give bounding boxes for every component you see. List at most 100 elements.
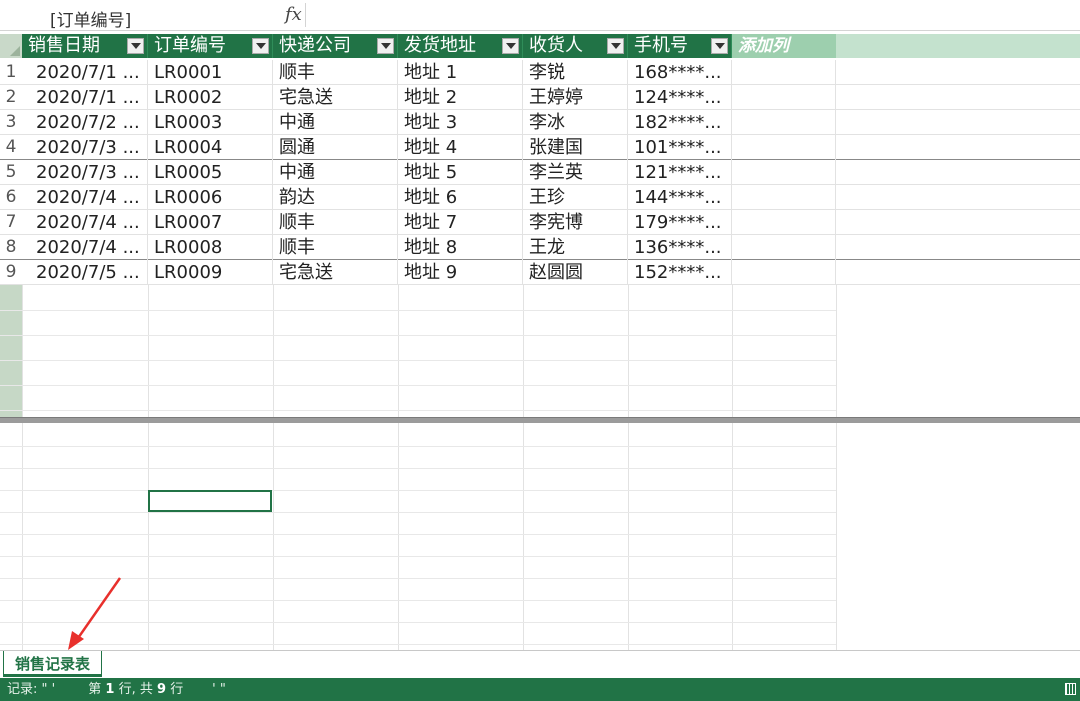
header-phone[interactable]: 手机号 [628, 34, 732, 58]
header-order-no[interactable]: 订单编号 [148, 34, 273, 58]
fx-icon[interactable]: fx [285, 4, 302, 25]
cell-ship-address[interactable]: 地址 8 [398, 235, 523, 260]
cell-sales-date[interactable]: 2020/7/3 ... [22, 160, 148, 185]
cell-order-no[interactable]: LR0001 [148, 60, 273, 85]
table-row[interactable]: 6 2020/7/4 ... LR0006 韵达 地址 6 王珍 144****… [0, 185, 1080, 210]
cell-recipient[interactable]: 王珍 [523, 185, 628, 210]
cell-courier[interactable]: 中通 [273, 160, 398, 185]
cell-courier[interactable]: 顺丰 [273, 210, 398, 235]
cell-sales-date[interactable]: 2020/7/2 ... [22, 110, 148, 135]
cell-ship-address[interactable]: 地址 5 [398, 160, 523, 185]
cell-phone[interactable]: 101****... [628, 135, 732, 160]
cell-order-no[interactable]: LR0005 [148, 160, 273, 185]
cell-recipient[interactable]: 王龙 [523, 235, 628, 260]
filter-dropdown-icon[interactable] [127, 38, 144, 54]
header-recipient[interactable]: 收货人 [523, 34, 628, 58]
cell-order-no[interactable]: LR0003 [148, 110, 273, 135]
cell-phone[interactable]: 179****... [628, 210, 732, 235]
filter-dropdown-icon[interactable] [502, 38, 519, 54]
table-row[interactable]: 7 2020/7/4 ... LR0007 顺丰 地址 7 李宪博 179***… [0, 210, 1080, 235]
add-column-button[interactable]: 添加列 [732, 34, 836, 58]
grid-line [398, 285, 399, 417]
table-row[interactable]: 3 2020/7/2 ... LR0003 中通 地址 3 李冰 182****… [0, 110, 1080, 135]
table-row[interactable]: 9 2020/7/5 ... LR0009 宅急送 地址 9 赵圆圆 152**… [0, 260, 1080, 285]
cell-empty[interactable] [732, 210, 836, 235]
cell-order-no[interactable]: LR0004 [148, 135, 273, 160]
grid-line [273, 423, 274, 650]
cell-phone[interactable]: 152****... [628, 260, 732, 285]
table-row[interactable]: 1 2020/7/1 ... LR0001 顺丰 地址 1 李锐 168****… [0, 60, 1080, 85]
cell-sales-date[interactable]: 2020/7/3 ... [22, 135, 148, 160]
cell-phone[interactable]: 121****... [628, 160, 732, 185]
status-total: 9 [157, 682, 167, 697]
cell-recipient[interactable]: 王婷婷 [523, 85, 628, 110]
cell-empty[interactable] [732, 160, 836, 185]
table-row[interactable]: 4 2020/7/3 ... LR0004 圆通 地址 4 张建国 101***… [0, 135, 1080, 160]
filter-dropdown-icon[interactable] [711, 38, 728, 54]
filter-dropdown-icon[interactable] [607, 38, 624, 54]
cell-recipient[interactable]: 李锐 [523, 60, 628, 85]
cell-sales-date[interactable]: 2020/7/4 ... [22, 235, 148, 260]
grid-view-icon[interactable] [1065, 683, 1076, 695]
cell-phone[interactable]: 124****... [628, 85, 732, 110]
cell-recipient[interactable]: 李宪博 [523, 210, 628, 235]
filter-dropdown-icon[interactable] [252, 38, 269, 54]
cell-sales-date[interactable]: 2020/7/4 ... [22, 185, 148, 210]
cell-recipient[interactable]: 李冰 [523, 110, 628, 135]
cell-sales-date[interactable]: 2020/7/4 ... [22, 210, 148, 235]
cell-empty[interactable] [732, 110, 836, 135]
cell-phone[interactable]: 182****... [628, 110, 732, 135]
table-row[interactable]: 8 2020/7/4 ... LR0008 顺丰 地址 8 王龙 136****… [0, 235, 1080, 260]
pane-splitter[interactable] [0, 417, 1080, 423]
cell-recipient[interactable]: 张建国 [523, 135, 628, 160]
cell-recipient[interactable]: 李兰英 [523, 160, 628, 185]
header-ship-address[interactable]: 发货地址 [398, 34, 523, 58]
cell-order-no[interactable]: LR0009 [148, 260, 273, 285]
select-all-corner[interactable] [0, 34, 22, 58]
cell-phone[interactable]: 144****... [628, 185, 732, 210]
sheet-tab-sales-record[interactable]: 销售记录表 [3, 651, 102, 677]
cell-courier[interactable]: 中通 [273, 110, 398, 135]
cell-ship-address[interactable]: 地址 6 [398, 185, 523, 210]
cell-ship-address[interactable]: 地址 2 [398, 85, 523, 110]
cell-sales-date[interactable]: 2020/7/1 ... [22, 85, 148, 110]
cell-ship-address[interactable]: 地址 3 [398, 110, 523, 135]
cell-empty[interactable] [732, 260, 836, 285]
cell-phone[interactable]: 168****... [628, 60, 732, 85]
row-number: 3 [5, 112, 17, 132]
name-box[interactable]: [订单编号] [50, 6, 131, 31]
cell-phone[interactable]: 136****... [628, 235, 732, 260]
cell-courier[interactable]: 韵达 [273, 185, 398, 210]
header-courier[interactable]: 快递公司 [273, 34, 398, 58]
sheet-tab-bar: 销售记录表 [0, 650, 1080, 677]
cell-empty[interactable] [732, 60, 836, 85]
cell-sales-date[interactable]: 2020/7/5 ... [22, 260, 148, 285]
cell-order-no[interactable]: LR0002 [148, 85, 273, 110]
table-row[interactable]: 5 2020/7/3 ... LR0005 中通 地址 5 李兰英 121***… [0, 160, 1080, 185]
cell-courier[interactable]: 顺丰 [273, 235, 398, 260]
cell-ship-address[interactable]: 地址 4 [398, 135, 523, 160]
selected-cell[interactable] [148, 490, 272, 512]
cell-courier[interactable]: 圆通 [273, 135, 398, 160]
cell-courier[interactable]: 宅急送 [273, 85, 398, 110]
cell-sales-date[interactable]: 2020/7/1 ... [22, 60, 148, 85]
cell-empty[interactable] [732, 235, 836, 260]
table-row[interactable]: 2 2020/7/1 ... LR0002 宅急送 地址 2 王婷婷 124**… [0, 85, 1080, 110]
grid-line [0, 578, 836, 579]
cell-ship-address[interactable]: 地址 7 [398, 210, 523, 235]
cell-ship-address[interactable]: 地址 1 [398, 60, 523, 85]
filter-dropdown-icon[interactable] [377, 38, 394, 54]
cell-ship-address[interactable]: 地址 9 [398, 260, 523, 285]
grid-line [0, 385, 836, 386]
cell-empty[interactable] [732, 135, 836, 160]
cell-order-no[interactable]: LR0006 [148, 185, 273, 210]
header-sales-date[interactable]: 销售日期 [22, 34, 148, 58]
cell-empty[interactable] [732, 185, 836, 210]
cell-order-no[interactable]: LR0007 [148, 210, 273, 235]
cell-courier[interactable]: 宅急送 [273, 260, 398, 285]
cell-recipient[interactable]: 赵圆圆 [523, 260, 628, 285]
cell-courier[interactable]: 顺丰 [273, 60, 398, 85]
cell-order-no[interactable]: LR0008 [148, 235, 273, 260]
row-number: 1 [5, 62, 17, 82]
cell-empty[interactable] [732, 85, 836, 110]
